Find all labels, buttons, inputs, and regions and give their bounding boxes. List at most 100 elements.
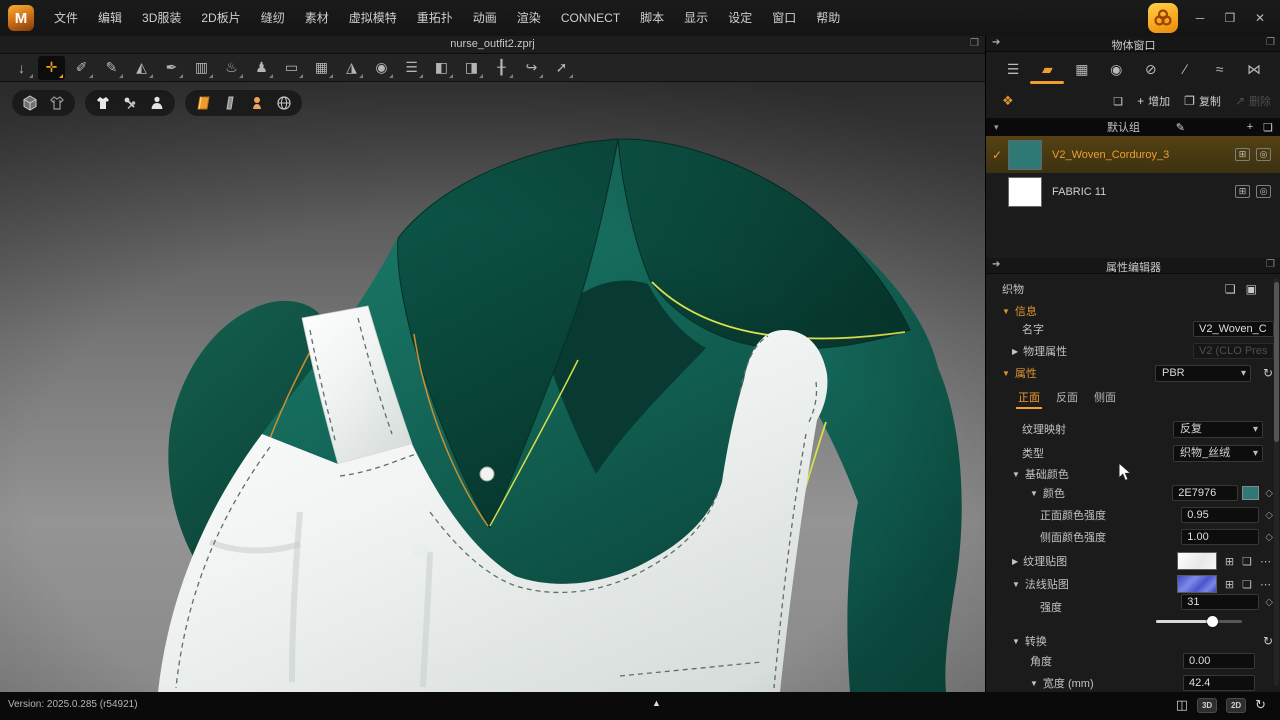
tab-puckering-icon[interactable]: ≈ <box>1207 57 1233 81</box>
tool-steam-icon[interactable]: ♨ <box>218 56 245 80</box>
texture-map-thumbnail[interactable] <box>1177 552 1217 570</box>
copy-fabric-button[interactable]: ❐ 复制 <box>1184 93 1221 109</box>
clo-brand-icon[interactable] <box>1148 3 1178 33</box>
color-hex-input[interactable]: 2E7976 <box>1172 485 1238 501</box>
menu-sewing[interactable]: 缝纫 <box>251 0 295 36</box>
menu-2d-pattern[interactable]: 2D板片 <box>191 0 250 36</box>
normal-page-icon[interactable]: ❏ <box>1242 578 1252 591</box>
fabric-swatch[interactable] <box>1008 177 1042 207</box>
document-tab[interactable]: nurse_outfit2.zprj <box>0 38 985 50</box>
menu-script[interactable]: 脚本 <box>630 0 674 36</box>
row-width[interactable]: ▼ 宽度 (mm) 42.4 <box>986 674 1280 692</box>
show-fabric-front-icon[interactable] <box>194 94 212 112</box>
viewport-3d[interactable] <box>0 82 985 692</box>
show-avatar-skin-icon[interactable] <box>248 94 266 112</box>
normal-grid-icon[interactable]: ⊞ <box>1225 578 1234 591</box>
save-preset-icon[interactable]: ▣ <box>1246 282 1257 296</box>
strength-slider-handle[interactable] <box>1207 616 1218 627</box>
tool-flatten-icon[interactable]: ◮ <box>338 56 365 80</box>
show-garment-icon[interactable] <box>94 94 112 112</box>
shader-select[interactable]: PBR <box>1155 365 1251 382</box>
tool-fold-left-icon[interactable]: ◧ <box>428 56 455 80</box>
tab-graphic-icon[interactable]: ▦ <box>1069 57 1095 81</box>
show-world-icon[interactable] <box>275 94 293 112</box>
side-intensity-input[interactable]: 1.00 <box>1181 529 1259 545</box>
menu-material[interactable]: 素材 <box>295 0 339 36</box>
open-preset-icon[interactable]: ❏ <box>1225 282 1236 296</box>
menu-connect[interactable]: CONNECT <box>551 0 630 36</box>
tab-float-icon[interactable]: ❐ <box>970 38 979 49</box>
menu-help[interactable]: 帮助 <box>806 0 850 36</box>
menu-display[interactable]: 显示 <box>674 0 718 36</box>
refresh-shader-icon[interactable]: ↻ <box>1263 366 1273 380</box>
expand-panel-icon[interactable]: ▲ <box>652 698 661 708</box>
tool-zipper-icon[interactable]: ☰ <box>398 56 425 80</box>
fabric-grid-icon[interactable]: ⊞ <box>1235 185 1250 198</box>
texture-mapping-select[interactable]: 反复 <box>1173 421 1263 438</box>
delete-fabric-button[interactable]: ↗ 删除 <box>1235 93 1271 109</box>
tab-fabric-icon[interactable]: ▰ <box>1034 57 1060 81</box>
view-style-3d-icon[interactable] <box>21 94 39 112</box>
collapse-group-icon[interactable]: ▾ <box>994 122 999 133</box>
add-fabric-button[interactable]: + 增加 <box>1137 93 1170 109</box>
menu-animation[interactable]: 动画 <box>463 0 507 36</box>
tab-trim-icon[interactable]: ⋈ <box>1241 57 1267 81</box>
width-input[interactable]: 42.4 <box>1183 675 1255 691</box>
tool-select-brush-icon[interactable]: ✐ <box>68 56 95 80</box>
tab-side[interactable]: 侧面 <box>1094 389 1116 405</box>
tool-pin-legs-icon[interactable]: ╂ <box>488 56 515 80</box>
reset-transform-icon[interactable]: ↻ <box>1263 634 1273 648</box>
menu-settings[interactable]: 设定 <box>718 0 762 36</box>
group-add-icon[interactable]: + <box>1247 121 1253 134</box>
tool-fold-arrangement-icon[interactable]: ▥ <box>188 56 215 80</box>
tool-needle-icon[interactable]: ✒ <box>158 56 185 80</box>
tool-pin-icon[interactable]: ◭ <box>128 56 155 80</box>
tool-move-icon[interactable]: ✛ <box>38 56 65 80</box>
fabric-swatch[interactable] <box>1008 140 1042 170</box>
menu-3d-garment[interactable]: 3D服装 <box>132 0 191 36</box>
tool-gizmo-mode-icon[interactable]: ↓ <box>8 56 35 80</box>
fabric-item-fabric-11[interactable]: FABRIC 11 ⊞ ◎ <box>986 173 1280 210</box>
tool-sewing-machine-icon[interactable]: ▭ <box>278 56 305 80</box>
strength-input[interactable]: 31 <box>1181 594 1259 610</box>
keyframe-diamond-icon[interactable]: ◇ <box>1265 597 1273 608</box>
show-avatar-icon[interactable] <box>148 94 166 112</box>
fabric-target-icon[interactable]: ◎ <box>1256 185 1271 198</box>
tab-topstitch-icon[interactable]: ∕ <box>1172 57 1198 81</box>
name-input[interactable]: V2_Woven_C <box>1193 321 1274 337</box>
keyframe-diamond-icon[interactable]: ◇ <box>1265 532 1273 543</box>
show-fabric-side-icon[interactable] <box>221 94 239 112</box>
tool-arrangement-board-icon[interactable]: ▦ <box>308 56 335 80</box>
section-property[interactable]: ▼ 属性 PBR ↻ <box>986 364 1280 382</box>
show-pins-icon[interactable] <box>121 94 139 112</box>
texture-more-icon[interactable]: ⋯ <box>1260 555 1271 568</box>
restore-button[interactable]: ❒ <box>1222 11 1238 25</box>
normal-more-icon[interactable]: ⋯ <box>1260 578 1271 591</box>
row-transform[interactable]: ▼ 转换 ↻ <box>986 632 1280 650</box>
texture-page-icon[interactable]: ❏ <box>1242 555 1252 568</box>
tab-buttonhole-icon[interactable]: ⊘ <box>1138 57 1164 81</box>
row-texture-map[interactable]: ▶ 纹理贴图 ⊞ ❏ ⋯ <box>986 550 1280 572</box>
menu-render[interactable]: 渲染 <box>507 0 551 36</box>
front-intensity-input[interactable]: 0.95 <box>1181 507 1259 523</box>
group-folder-icon[interactable]: ❏ <box>1263 121 1273 134</box>
sync-view-icon[interactable]: ↻ <box>1255 697 1266 713</box>
tool-avatar-tool-icon[interactable]: ♟ <box>248 56 275 80</box>
row-color[interactable]: ▼ 颜色 2E7976 ◇ <box>986 484 1280 502</box>
tab-scene-list-icon[interactable]: ☰ <box>1000 57 1026 81</box>
normal-map-thumbnail[interactable] <box>1177 575 1217 593</box>
tab-back[interactable]: 反面 <box>1056 389 1078 405</box>
tool-pose-icon[interactable]: ➚ <box>548 56 575 80</box>
fabric-target-icon[interactable]: ◎ <box>1256 148 1271 161</box>
menu-file[interactable]: 文件 <box>44 0 88 36</box>
object-window-float-icon[interactable]: ❐ <box>1266 37 1275 48</box>
menu-edit[interactable]: 编辑 <box>88 0 132 36</box>
row-normal-map[interactable]: ▼ 法线贴图 ⊞ ❏ ⋯ <box>986 573 1280 595</box>
tool-button-icon[interactable]: ◉ <box>368 56 395 80</box>
library-folder-icon[interactable]: ❏ <box>1113 95 1123 108</box>
row-base-color[interactable]: ▼ 基础颜色 <box>986 465 1280 483</box>
texture-grid-icon[interactable]: ⊞ <box>1225 555 1234 568</box>
keyframe-diamond-icon[interactable]: ◇ <box>1265 488 1273 499</box>
close-button[interactable]: ✕ <box>1252 11 1268 25</box>
tool-fold-right-icon[interactable]: ◨ <box>458 56 485 80</box>
